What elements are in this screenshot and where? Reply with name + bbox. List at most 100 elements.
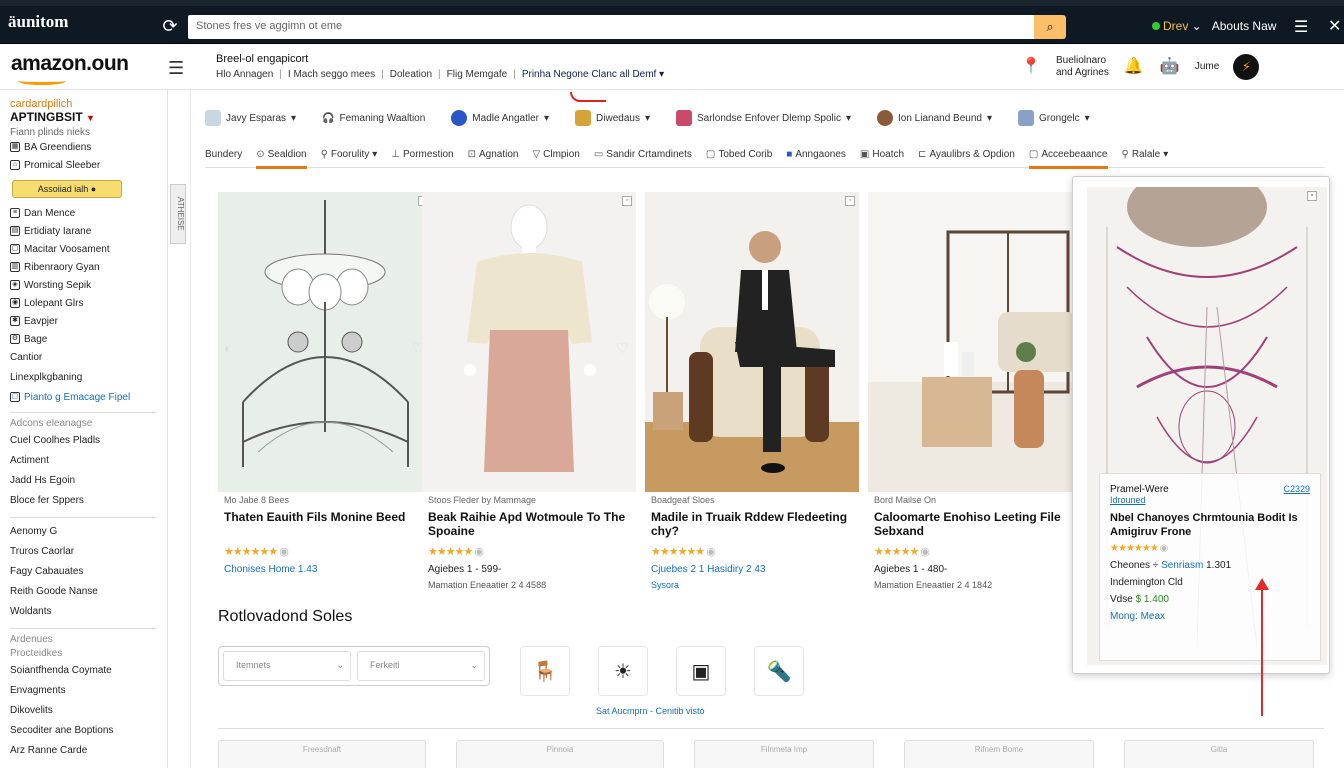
recommended-select[interactable]: Itemnets ⌄: [223, 651, 351, 681]
sidebar-item[interactable]: ≡ Dan Mence: [10, 204, 157, 222]
product-price[interactable]: Cjuebes 2 1 Hasidiry 2 43: [651, 564, 766, 575]
tab-anngaones[interactable]: ■ Anngaones: [786, 142, 846, 168]
card-select-checkbox[interactable]: ▫: [845, 196, 855, 206]
sidebar-link[interactable]: Aenomy G: [10, 522, 157, 542]
sidebar-link[interactable]: Fagy Cabauates: [10, 562, 157, 582]
sidebar-brand[interactable]: APTINGBSIT ▼: [10, 110, 157, 124]
tab-clmpion[interactable]: ▽ Clmpion: [532, 142, 579, 168]
tab-pormestion[interactable]: ⊥ Pormestion: [391, 142, 453, 168]
radio-icon[interactable]: ▣: [676, 646, 726, 696]
sidebar-link[interactable]: Woldants: [10, 602, 157, 622]
sidebar-link[interactable]: Cuel Coolhes Pladls: [10, 431, 157, 451]
tab-tobed[interactable]: ▢ Tobed Corib: [706, 142, 772, 168]
assisted-button[interactable]: Assoiiad ialh ●: [12, 180, 122, 198]
product-price[interactable]: Agiebes 1 - 599-: [428, 564, 501, 575]
living-room-image[interactable]: [868, 192, 1082, 492]
placeholder-card[interactable]: Rifnem Bome: [904, 740, 1094, 768]
recommended-link[interactable]: Sat Aucmprn - Cenitib visto: [596, 706, 705, 716]
sidebar-link[interactable]: Truros Caorlar: [10, 542, 157, 562]
tab-foorulity[interactable]: ⚲ Foorulity ▾: [321, 142, 378, 168]
sidebar-link[interactable]: Actiment: [10, 451, 157, 471]
popup-product-title[interactable]: Nbel Chanoyes Chrmtounia Bodit Is Amigir…: [1110, 511, 1310, 539]
product-card[interactable]: ▫ ♡ Stoos Fleder by Mammage Beak Raihie …: [422, 190, 640, 590]
breadcrumb-item[interactable]: Flig Memgafe: [447, 69, 508, 80]
sidebar-item[interactable]: ▤ Ertidiaty Iarane: [10, 222, 157, 240]
flashlight-icon[interactable]: 🔦: [754, 646, 804, 696]
sidebar-item[interactable]: ▥ Ribenraory Gyan: [10, 258, 157, 276]
sidebar-item[interactable]: ⚙ Bage: [10, 330, 157, 348]
product-price[interactable]: Chonises Home 1.43: [224, 564, 317, 575]
sidebar-link[interactable]: Linexplkgbaning: [10, 368, 157, 388]
breadcrumb-dropdown[interactable]: Prinha Negone Clanc all Demf ▾: [522, 69, 664, 80]
product-title[interactable]: Madile in Truaik Rddew Fledeeting chy?: [651, 510, 857, 538]
breadcrumb-item[interactable]: Doleation: [390, 69, 432, 80]
product-title[interactable]: Beak Raihie Apd Wotmoule To The Spoaine: [428, 510, 634, 538]
product-title[interactable]: Caloomarte Enohiso Leeting File Sebxand: [874, 510, 1080, 538]
account-link[interactable]: Abouts Naw: [1212, 19, 1277, 33]
man-in-armchair-image[interactable]: [645, 192, 859, 492]
product-card[interactable]: ▫ Boadgeaf Sloes Madile in Truaik Rddew …: [645, 190, 863, 590]
sidebar-collapse-toggle[interactable]: ATHEISE: [170, 184, 186, 244]
popup-more-link[interactable]: Mong: Meax: [1110, 611, 1310, 622]
sidebar-item[interactable]: ⌂ Promical Sleeber: [10, 156, 157, 174]
heart-icon[interactable]: ♡: [616, 340, 632, 356]
user-location[interactable]: Bueliolnaro and Agrines: [1056, 55, 1109, 79]
sidebar-item-highlight[interactable]: ▢ Pianto g Emacage Fipel: [10, 388, 157, 406]
product-card[interactable]: Bord Mailse On Caloomarte Enohiso Leetin…: [868, 190, 1086, 590]
sidebar-link[interactable]: Arz Ranne Carde: [10, 741, 157, 761]
product-quickview-popup[interactable]: ▫ Pramel-Were C2329 Idrouned Nbel Chanoye…: [1072, 176, 1330, 674]
placeholder-card[interactable]: Freesdnaft: [218, 740, 426, 768]
breadcrumb-item[interactable]: I Mach seggo mees: [288, 69, 375, 80]
bell-icon[interactable]: 🔔: [1123, 56, 1145, 78]
tab-sandir[interactable]: ▭ Sandir Crtamdinets: [594, 142, 692, 168]
tab-sealdion[interactable]: ⊙ Sealdion: [256, 142, 307, 169]
site-logo[interactable]: amazon.oun: [11, 52, 129, 76]
search-icon[interactable]: ⌕: [1034, 15, 1066, 39]
refresh-icon[interactable]: ⟳: [160, 16, 180, 36]
menu-list-icon[interactable]: ☰: [1294, 17, 1308, 37]
sidebar-link[interactable]: Soiantfhenda Coymate: [10, 661, 157, 681]
popup-close-checkbox[interactable]: ▫: [1307, 191, 1317, 201]
tab-bundery[interactable]: Bundery: [205, 142, 242, 168]
avatar[interactable]: ⚡: [1233, 54, 1260, 80]
tab-agnation[interactable]: ⊡ Agnation: [468, 142, 519, 168]
close-icon[interactable]: ✕: [1328, 16, 1341, 36]
sidebar-link[interactable]: Bloce fer Sppers: [10, 491, 157, 511]
popup-tag[interactable]: Idrouned: [1110, 495, 1310, 505]
filter-chip[interactable]: Ion Lianand Beund ▾: [877, 110, 992, 126]
sidebar-link[interactable]: Reith Goode Nanse: [10, 582, 157, 602]
user-name[interactable]: Jume: [1195, 61, 1219, 73]
chandelier-image[interactable]: [218, 192, 432, 492]
sidebar-item[interactable]: ▦ BA Greendiens: [10, 138, 157, 156]
popup-badge[interactable]: C2329: [1283, 484, 1310, 495]
sun-icon[interactable]: ☀: [598, 646, 648, 696]
placeholder-card[interactable]: Filnmeta Imp: [694, 740, 874, 768]
sidebar-item[interactable]: ◈ Worsting Sepik: [10, 276, 157, 294]
card-select-checkbox[interactable]: ▫: [622, 196, 632, 206]
product-price[interactable]: Agiebes 1 - 480-: [874, 564, 947, 575]
status-indicator[interactable]: Drev ⌄: [1152, 19, 1202, 33]
robot-icon[interactable]: 🤖: [1159, 56, 1181, 78]
url-bar[interactable]: Stones fres ve aggimn ot eme: [188, 15, 1036, 39]
product-title[interactable]: Thaten Eauith Fils Monine Beed: [224, 510, 430, 524]
tab-hoatch[interactable]: ▣ Hoatch: [860, 142, 904, 168]
location-pin-icon[interactable]: 📍: [1020, 56, 1042, 78]
chair-icon[interactable]: 🪑: [520, 646, 570, 696]
recommended-select[interactable]: Ferkeiti ⌄: [357, 651, 485, 681]
product-card[interactable]: ▫ ◖ ♡ Mo Jabe 8 Bees Thaten Eauith Fils …: [218, 190, 436, 590]
filter-chip[interactable]: 🎧 Femaning Waaltion: [322, 113, 425, 124]
filter-chip[interactable]: Grongelc ▾: [1018, 110, 1090, 126]
sidebar-item[interactable]: ◉ Lolepant Glrs: [10, 294, 157, 312]
filter-chip[interactable]: Javy Esparas ▾: [205, 110, 296, 126]
filter-chip[interactable]: Sarlondse Enfover Dlemp Spolic ▾: [676, 110, 851, 126]
sidebar-item[interactable]: ✱ Eavpjer: [10, 312, 157, 330]
sidebar-link[interactable]: Dikovelits: [10, 701, 157, 721]
placeholder-card[interactable]: Gitla: [1124, 740, 1314, 768]
heart-icon[interactable]: ◖: [222, 340, 238, 356]
sidebar-link[interactable]: Jadd Hs Egoin: [10, 471, 157, 491]
tab-ayaulibrs[interactable]: ⊏ Ayaulibrs & Opdion: [918, 142, 1015, 168]
hamburger-menu-icon[interactable]: ☰: [168, 58, 184, 79]
filter-chip[interactable]: Madle Angatler ▾: [451, 110, 549, 126]
sidebar-link[interactable]: Envagments: [10, 681, 157, 701]
sidebar-link[interactable]: Secoditer ane Boptions: [10, 721, 157, 741]
